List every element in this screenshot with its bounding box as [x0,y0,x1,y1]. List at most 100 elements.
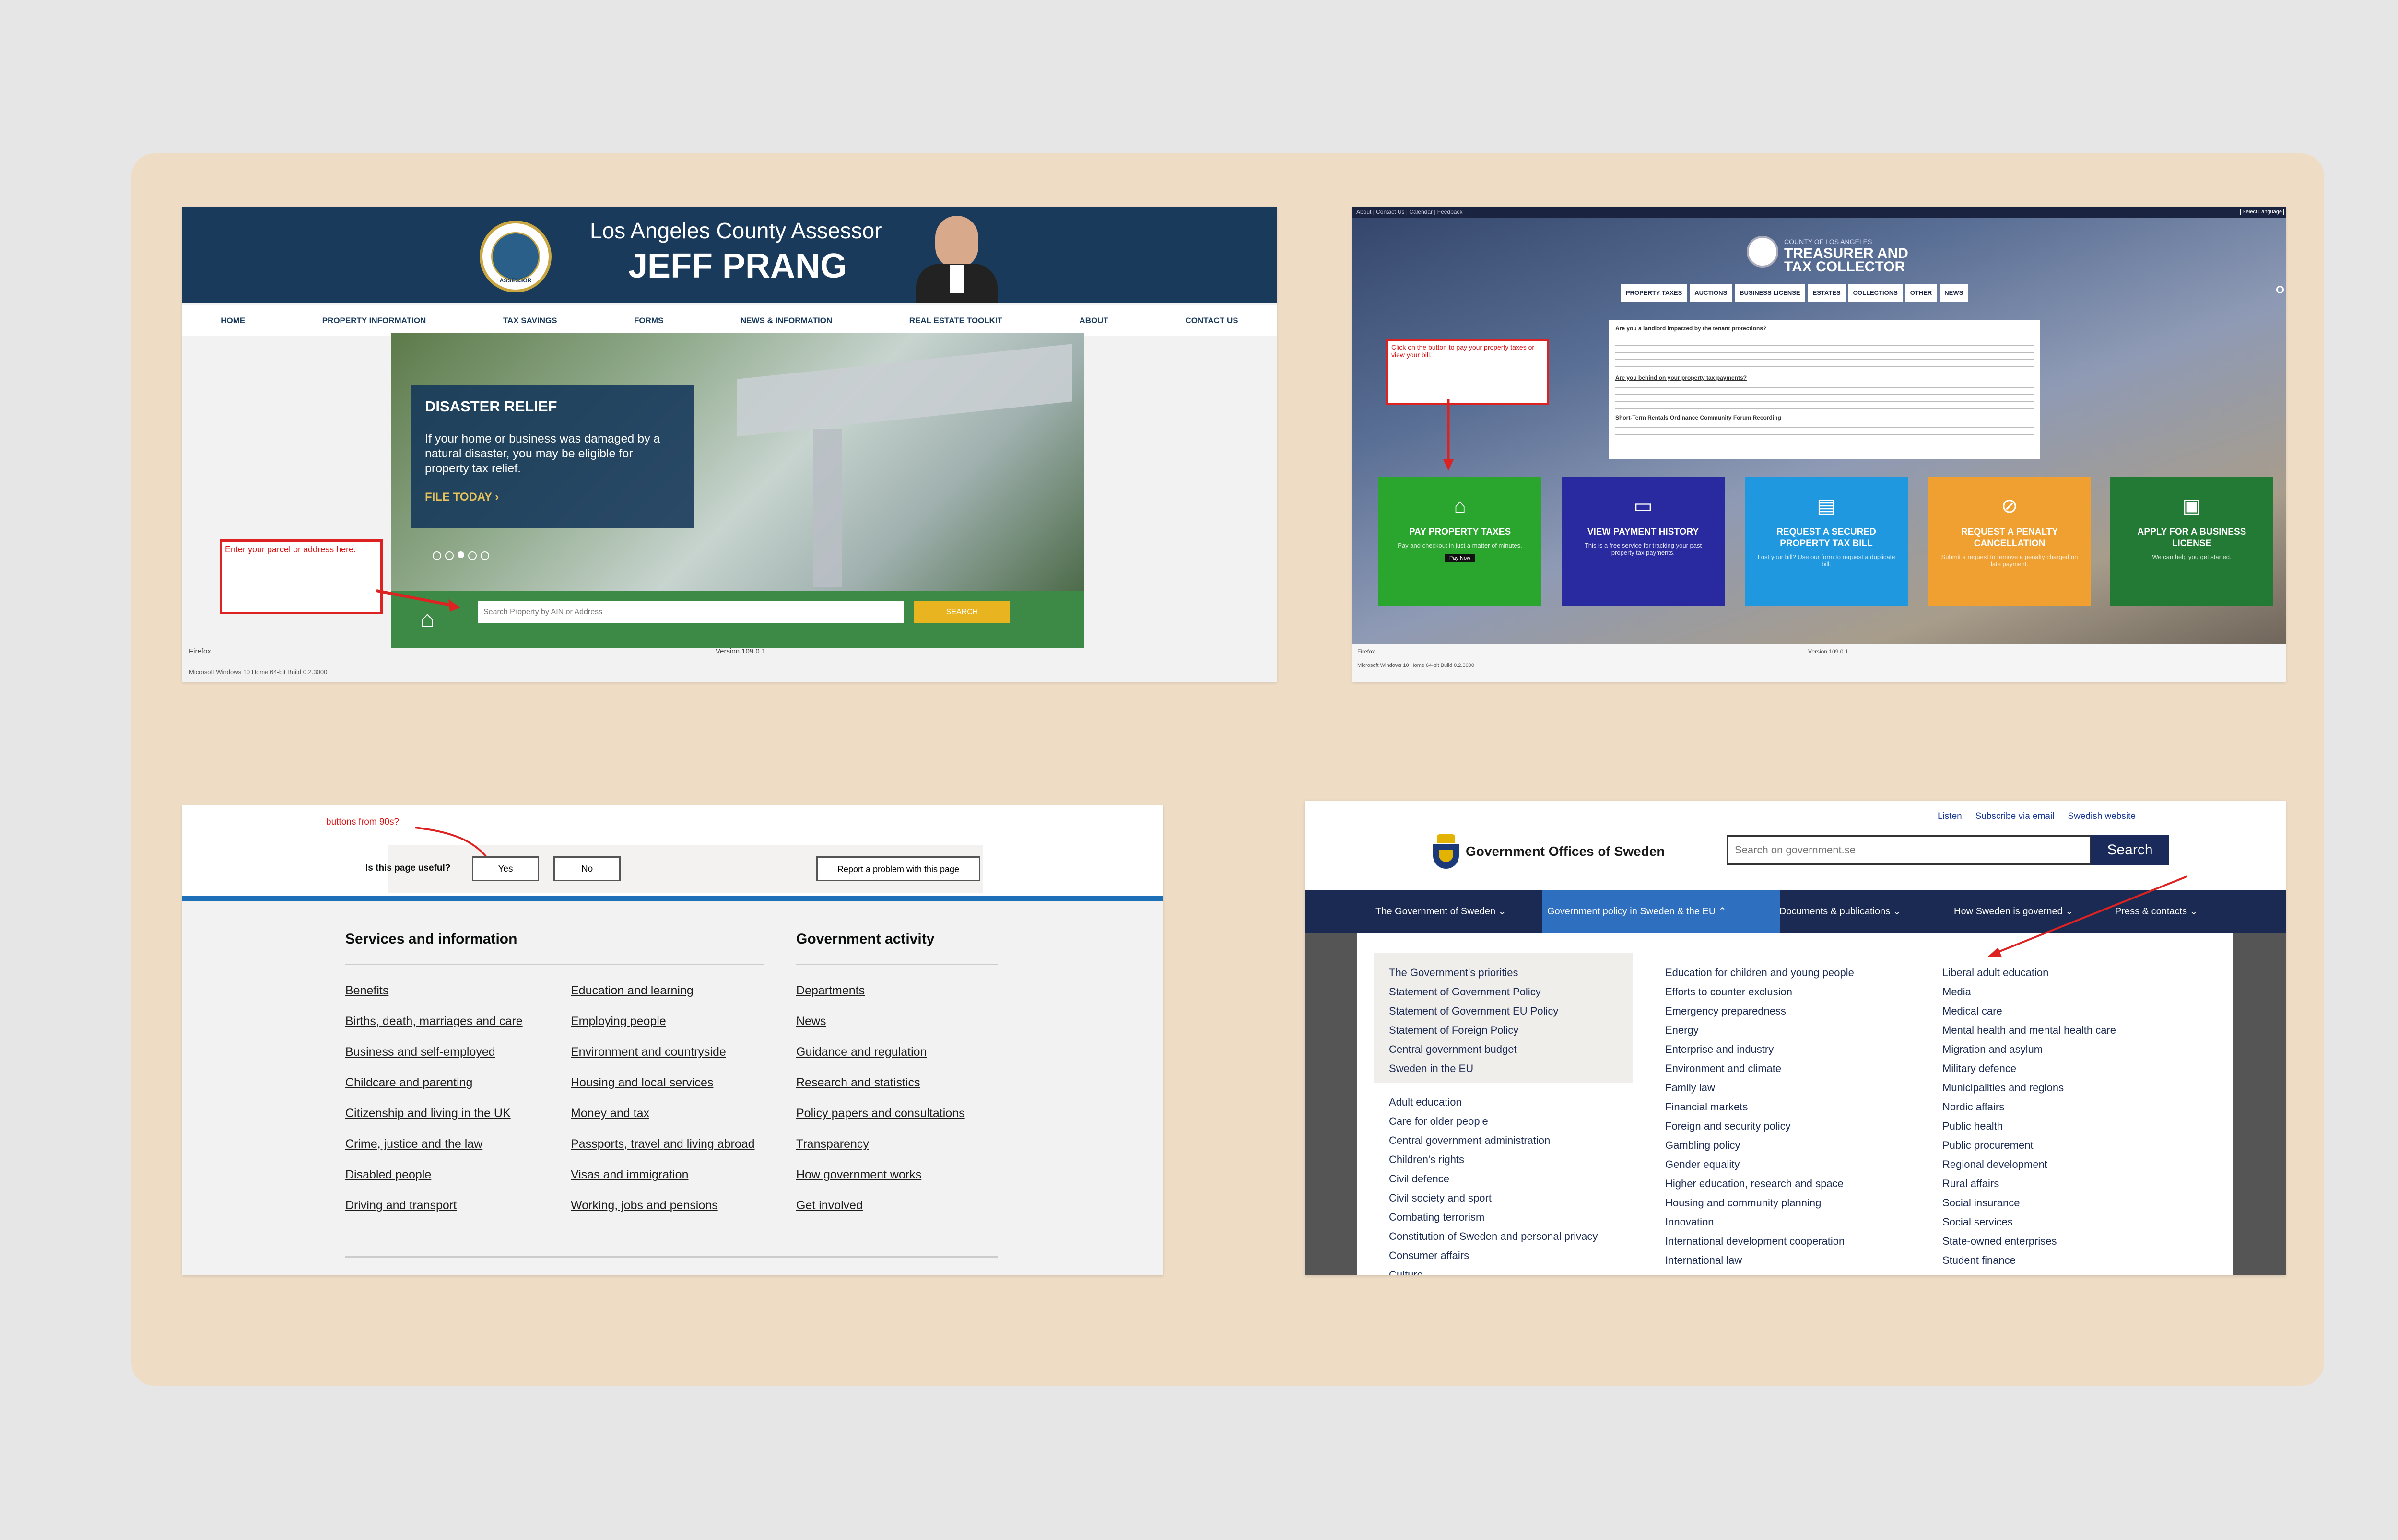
nav-item[interactable]: FORMS [634,316,663,326]
nav-tab[interactable]: ESTATES [1808,284,1846,302]
footer-link[interactable]: Departments [796,984,865,998]
policy-link[interactable]: Rural affairs [1942,1178,1999,1190]
policy-link[interactable]: International law [1665,1254,1742,1267]
priority-link[interactable]: Sweden in the EU [1389,1062,1473,1075]
policy-link[interactable]: Culture [1389,1269,1423,1275]
footer-link[interactable]: Working, jobs and pensions [571,1199,718,1213]
nav-tab[interactable]: OTHER [1905,284,1937,302]
footer-link[interactable]: How government works [796,1168,921,1182]
footer-link[interactable]: Education and learning [571,984,694,998]
service-tile[interactable]: ▭ VIEW PAYMENT HISTORY This is a free serv… [1562,477,1725,606]
policy-link[interactable]: Military defence [1942,1062,2016,1075]
footer-link[interactable]: Money and tax [571,1107,649,1120]
policy-link[interactable]: Social insurance [1942,1197,2020,1209]
carousel-dots[interactable] [433,551,489,560]
search-input[interactable] [1727,835,2091,865]
footer-link[interactable]: Visas and immigration [571,1168,688,1182]
policy-link[interactable]: Innovation [1665,1216,1714,1228]
policy-link[interactable]: Higher education, research and space [1665,1178,1844,1190]
priority-link[interactable]: Statement of Government EU Policy [1389,1005,1558,1017]
policy-link[interactable]: Civil defence [1389,1173,1449,1185]
search-button[interactable]: SEARCH [914,601,1010,623]
policy-link[interactable]: Enterprise and industry [1665,1043,1774,1056]
top-link[interactable]: Swedish website [2068,811,2136,822]
notice-heading-2[interactable]: Are you behind on your property tax paym… [1615,374,2034,382]
service-tile[interactable]: ⌂ PAY PROPERTY TAXES Pay and checkout in j… [1378,477,1541,606]
service-tile[interactable]: ⊘ REQUEST A PENALTY CANCELLATION Submit a … [1928,477,2091,606]
no-button[interactable]: No [553,856,621,881]
pay-now-button[interactable]: Pay Now [1444,554,1476,562]
policy-link[interactable]: Liberal adult education [1942,967,2048,979]
policy-link[interactable]: Care for older people [1389,1115,1488,1128]
policy-link[interactable]: State-owned enterprises [1942,1235,2057,1248]
policy-link[interactable]: Children's rights [1389,1154,1464,1166]
top-link[interactable]: Listen [1938,811,1962,822]
nav-item[interactable]: ABOUT [1080,316,1108,326]
footer-link[interactable]: Employing people [571,1015,666,1028]
footer-link[interactable]: Guidance and regulation [796,1045,927,1059]
footer-link[interactable]: Housing and local services [571,1076,713,1090]
nav-tab[interactable]: COLLECTIONS [1848,284,1903,302]
footer-link[interactable]: Births, death, marriages and care [345,1015,523,1028]
policy-link[interactable]: Environment and climate [1665,1062,1781,1075]
policy-link[interactable]: Regional development [1942,1158,2047,1171]
nav-item[interactable]: The Government of Sweden ⌄ [1371,890,1511,933]
policy-link[interactable]: Constitution of Sweden and personal priv… [1389,1230,1598,1243]
policy-link[interactable]: Energy [1665,1024,1699,1037]
nav-tab[interactable]: BUSINESS LICENSE [1735,284,1805,302]
policy-link[interactable]: Education for children and young people [1665,967,1854,979]
top-link[interactable]: Subscribe via email [1975,811,2055,822]
policy-link[interactable]: Social services [1942,1216,2013,1228]
service-tile[interactable]: ▤ REQUEST A SECURED PROPERTY TAX BILL Lost… [1745,477,1908,606]
logo-text[interactable]: Government Offices of Sweden [1466,844,1665,859]
notice-heading-3[interactable]: Short-Term Rentals Ordinance Community F… [1615,414,2034,421]
nav-item[interactable]: REAL ESTATE TOOLKIT [909,316,1002,326]
policy-link[interactable]: Municipalities and regions [1942,1082,2064,1094]
policy-link[interactable]: Combating terrorism [1389,1211,1484,1224]
nav-tab[interactable]: AUCTIONS [1690,284,1732,302]
language-select[interactable]: Select Language [2240,209,2284,215]
footer-link[interactable]: Business and self-employed [345,1045,495,1059]
service-tile[interactable]: ▣ APPLY FOR A BUSINESS LICENSE We can help… [2110,477,2273,606]
footer-link[interactable]: Crime, justice and the law [345,1137,482,1151]
notice-heading-1[interactable]: Are you a landlord impacted by the tenan… [1615,325,2034,332]
nav-tab[interactable]: NEWS [1940,284,1968,302]
policy-link[interactable]: Student finance [1942,1254,2016,1267]
nav-item[interactable]: Documents & publications ⌄ [1775,890,1906,933]
footer-link[interactable]: Passports, travel and living abroad [571,1137,755,1151]
nav-item-active[interactable]: Government policy in Sweden & the EU ⌃ [1542,890,1780,933]
policy-link[interactable]: Housing and community planning [1665,1197,1821,1209]
policy-link[interactable]: Emergency preparedness [1665,1005,1786,1017]
property-search-input[interactable] [478,601,904,623]
file-today-link[interactable]: FILE TODAY › [425,490,679,504]
policy-link[interactable]: Migration and asylum [1942,1043,2043,1056]
footer-link[interactable]: Get involved [796,1199,863,1213]
footer-link[interactable]: Citizenship and living in the UK [345,1107,511,1120]
policy-link[interactable]: Efforts to counter exclusion [1665,986,1792,998]
report-problem-button[interactable]: Report a problem with this page [816,856,980,881]
policy-link[interactable]: Adult education [1389,1096,1462,1108]
search-button[interactable]: Search [2091,835,2169,865]
nav-item[interactable]: PROPERTY INFORMATION [322,316,426,326]
policy-link[interactable]: Consumer affairs [1389,1249,1469,1262]
policy-link[interactable]: Gender equality [1665,1158,1740,1171]
footer-link[interactable]: Disabled people [345,1168,431,1182]
policy-link[interactable]: Public procurement [1942,1139,2034,1152]
policy-link[interactable]: Public health [1942,1120,2003,1132]
footer-link[interactable]: Benefits [345,984,388,998]
search-icon[interactable] [2276,286,2284,293]
nav-item[interactable]: HOME [221,316,245,326]
top-links[interactable]: About | Contact Us | Calendar | Feedback [1356,209,1462,215]
policy-link[interactable]: Gambling policy [1665,1139,1740,1152]
policy-link[interactable]: Family law [1665,1082,1715,1094]
policy-link[interactable]: Media [1942,986,1971,998]
priority-link[interactable]: The Government's priorities [1389,967,1518,979]
policy-link[interactable]: Civil society and sport [1389,1192,1492,1204]
policy-link[interactable]: Mental health and mental health care [1942,1024,2116,1037]
priority-link[interactable]: Statement of Government Policy [1389,986,1541,998]
policy-link[interactable]: Financial markets [1665,1101,1748,1113]
nav-item[interactable]: CONTACT US [1185,316,1238,326]
footer-link[interactable]: Transparency [796,1137,869,1151]
yes-button[interactable]: Yes [472,856,539,881]
policy-link[interactable]: Medical care [1942,1005,2002,1017]
